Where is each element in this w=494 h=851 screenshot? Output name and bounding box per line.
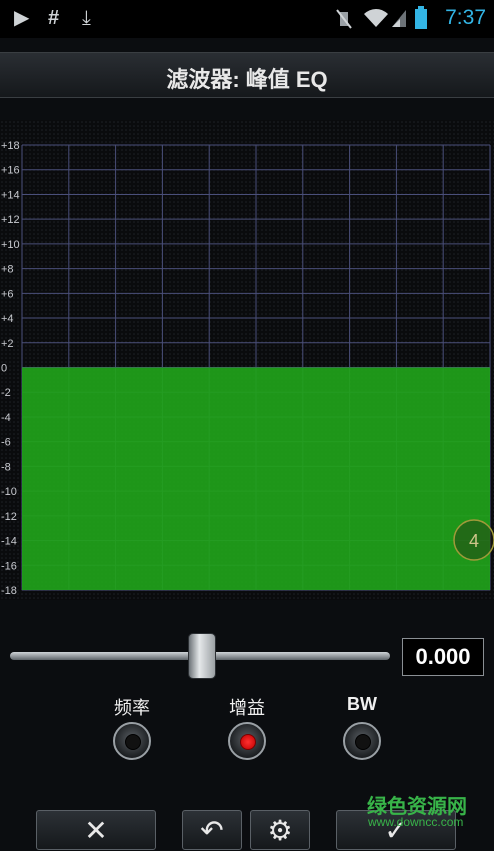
y-tick-label: +6 <box>1 288 14 300</box>
knob-indicator <box>355 734 371 750</box>
y-tick-label: +10 <box>1 239 20 251</box>
band-marker-label: 4 <box>469 531 479 551</box>
status-bar: ▶ # ⤓ 7:37 <box>0 0 494 38</box>
undo-icon: ↶ <box>200 815 224 846</box>
settings-button[interactable]: ⚙ <box>250 810 310 850</box>
eq-curve-area <box>22 367 490 590</box>
y-tick-label: +2 <box>1 338 14 350</box>
frequency-knob[interactable] <box>113 722 151 760</box>
gain-value-display[interactable]: 0.000 <box>402 638 484 676</box>
y-tick-label: -14 <box>1 536 17 548</box>
y-tick-label: +16 <box>1 165 20 177</box>
title-bar: 滤波器: 峰值 EQ <box>0 52 494 98</box>
wifi-icon <box>364 9 388 27</box>
y-tick-label: +8 <box>1 264 14 276</box>
y-tick-label: -16 <box>1 560 17 572</box>
y-tick-label: -4 <box>1 412 11 424</box>
y-tick-label: 0 <box>1 363 7 375</box>
gear-icon: ⚙ <box>267 815 293 846</box>
gain-knob[interactable] <box>228 722 266 760</box>
hash-icon: # <box>48 7 60 29</box>
y-tick-label: -2 <box>1 387 11 399</box>
knob-indicator <box>125 734 141 750</box>
bandwidth-knob[interactable] <box>343 722 381 760</box>
knob-indicator-active <box>240 734 256 750</box>
band-marker[interactable]: 4 <box>453 519 494 561</box>
mute-icon <box>336 9 352 29</box>
close-icon: ✕ <box>84 815 108 846</box>
y-tick-label: +4 <box>1 313 14 325</box>
gain-label: 增益 <box>229 698 265 718</box>
gain-slider-thumb[interactable] <box>188 633 216 679</box>
y-tick-label: +14 <box>1 189 20 201</box>
signal-icon <box>392 10 406 27</box>
y-tick-label: -12 <box>1 511 17 523</box>
page-title: 滤波器: 峰值 EQ <box>166 67 328 92</box>
clock: 7:37 <box>445 6 486 29</box>
y-tick-label: -8 <box>1 461 11 473</box>
y-tick-label: -10 <box>1 486 17 498</box>
play-icon: ▶ <box>14 7 30 29</box>
y-tick-label: +12 <box>1 214 20 226</box>
cancel-button[interactable]: ✕ <box>36 810 156 850</box>
y-tick-label: +18 <box>1 140 20 152</box>
chart-area <box>22 367 490 590</box>
y-tick-label: -18 <box>1 585 17 597</box>
eq-response-chart[interactable]: +18 +16 +14 +12 +10 +8 +6 +4 +2 0 -2 -4 -6 -8 -10 -12 -1… <box>0 120 494 600</box>
y-tick-label: -6 <box>1 437 11 449</box>
battery-icon <box>415 6 427 29</box>
undo-button[interactable]: ↶ <box>182 810 242 850</box>
download-icon: ⤓ <box>82 7 91 29</box>
watermark-url: www.downcc.com <box>368 815 464 829</box>
bandwidth-label: BW <box>347 694 377 714</box>
frequency-label: 频率 <box>114 698 150 718</box>
